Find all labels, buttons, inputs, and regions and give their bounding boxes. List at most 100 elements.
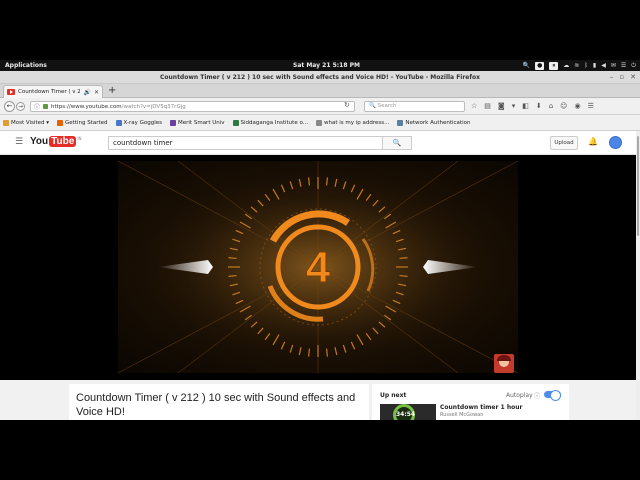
bookmark-star-icon[interactable]: ☆ (471, 101, 477, 112)
maximize-button[interactable]: ▫ (619, 73, 624, 81)
speaker-icon[interactable]: 🔊 (83, 89, 90, 96)
autoplay-label: Autoplay (506, 392, 533, 399)
goggles-icon (115, 119, 122, 126)
info-icon[interactable]: ⓘ (534, 391, 540, 400)
window-titlebar[interactable]: Countdown Timer ( v 212 ) 10 sec with So… (0, 71, 640, 84)
reading-list-icon[interactable]: ▤ (484, 101, 491, 112)
tab-bar: Countdown Timer ( v 2... 🔊 ✕ + (0, 84, 640, 98)
bookmark-merit-smart-univ[interactable]: Merit Smart Univ (170, 119, 225, 126)
forward-button[interactable]: → (16, 102, 25, 111)
wifi-icon[interactable]: ≋ (574, 61, 579, 70)
new-tab-button[interactable]: + (108, 85, 116, 97)
system-top-bar: Applications Sat May 21 5:18 PM 🔍 ● ⏸ ☁ … (0, 60, 640, 71)
tick-mark (228, 256, 237, 260)
url-text[interactable]: https://www.youtube.com/watch?v=jDV5q37r… (51, 104, 186, 110)
tick-mark (325, 177, 329, 186)
logo-you: You (30, 136, 49, 147)
tick-mark (228, 274, 237, 278)
applications-menu[interactable]: Applications (5, 62, 47, 69)
network-icon (397, 119, 404, 126)
back-button[interactable]: ← (4, 101, 15, 112)
power-icon[interactable]: ⏻ (631, 61, 636, 70)
tick-mark (307, 177, 311, 186)
letterbox-bottom (0, 420, 640, 480)
lock-icon (43, 104, 49, 109)
bookmark-most-visited[interactable]: Most Visited ▾ (3, 119, 49, 126)
minimize-button[interactable]: – (610, 73, 614, 81)
reload-icon[interactable]: ↻ (344, 101, 350, 109)
autoplay-toggle[interactable] (544, 390, 561, 401)
tick-mark (399, 256, 408, 260)
system-tray: 🔍 ● ⏸ ☁ ≋ ᛒ ▮ ◀ ✉ ☰ ⏻ (523, 61, 636, 70)
window-controls: – ▫ ✕ (610, 73, 636, 81)
window-title: Countdown Timer ( v 212 ) 10 sec with So… (160, 74, 480, 81)
pause-icon[interactable]: ⏸ (549, 61, 559, 70)
home-icon[interactable]: ⌂ (549, 101, 553, 112)
navigation-toolbar: ← → ⓘ https://www.youtube.com/watch?v=jD… (0, 98, 640, 115)
bookmark-siddaganga[interactable]: Siddaganga Institute o... (232, 119, 308, 126)
youtube-favicon-icon (7, 89, 15, 95)
channel-watermark[interactable] (494, 354, 514, 373)
chat-bubble-icon[interactable]: ☺ (560, 101, 567, 112)
countdown-graphic: 4 (118, 161, 518, 373)
youtube-header: ☰ You Tube IN countdown timer 🔍 Upload 🔔 (0, 131, 636, 155)
up-next-heading: Up next (380, 392, 407, 399)
upload-button[interactable]: Upload (550, 136, 578, 150)
download-icon[interactable]: ⬇ (536, 101, 542, 112)
tick-mark (399, 274, 408, 278)
video-title: Countdown Timer ( v 212 ) 10 sec with So… (76, 392, 356, 418)
firefox-icon (56, 119, 63, 126)
next-video-title[interactable]: Countdown timer 1 hour (440, 404, 522, 411)
tick-mark (325, 348, 329, 357)
pocket-icon[interactable]: ◙ (498, 101, 505, 112)
letterbox-top (0, 0, 640, 60)
search-icon: 🔍 (392, 139, 402, 147)
scrollbar-thumb[interactable] (637, 136, 639, 236)
bookmarks-toolbar: Most Visited ▾ Getting Started X-ray Gog… (0, 115, 640, 131)
logo-region: IN (77, 136, 82, 141)
bookmark-my-ip[interactable]: what is my ip address... (315, 119, 389, 126)
close-window-button[interactable]: ✕ (630, 73, 636, 81)
system-clock[interactable]: Sat May 21 5:18 PM (293, 62, 360, 69)
browser-search-field[interactable]: 🔍 Search (364, 101, 465, 112)
countdown-digit: 4 (306, 243, 331, 292)
extension-icon[interactable]: ▾ (512, 101, 516, 112)
chat-icon[interactable]: ☰ (621, 61, 626, 70)
menu-icon[interactable]: ☰ (588, 101, 594, 112)
tab-label: Countdown Timer ( v 2... (18, 89, 81, 95)
mail-icon[interactable]: ✉ (611, 61, 616, 70)
volume-icon[interactable]: ◀ (601, 61, 606, 70)
sync-icon[interactable]: ◉ (574, 101, 580, 112)
cloud-icon[interactable]: ☁ (563, 61, 569, 70)
bookmark-xray-goggles[interactable]: X-ray Goggles (115, 119, 162, 126)
avatar[interactable] (609, 136, 622, 149)
bell-icon[interactable]: 🔔 (588, 137, 598, 146)
record-icon[interactable]: ● (535, 61, 545, 70)
url-bar[interactable]: ⓘ https://www.youtube.com/watch?v=jDV5q3… (30, 101, 355, 112)
next-video-channel: Russell McGowan (440, 412, 484, 418)
toolbar-icons: ☆ ▤ ◙ ▾ ◧ ⬇ ⌂ ☺ ◉ ☰ (471, 101, 594, 112)
tick-mark (307, 348, 311, 357)
bluetooth-icon[interactable]: ᛒ (584, 61, 588, 70)
youtube-search-input[interactable]: countdown timer (108, 136, 383, 150)
url-domain: https://www.youtube.com (51, 103, 122, 110)
logo-tube: Tube (49, 136, 77, 147)
youtube-search-button[interactable]: 🔍 (382, 136, 412, 150)
bookmark-network-auth[interactable]: Network Authentication (397, 119, 470, 126)
close-tab-icon[interactable]: ✕ (94, 89, 99, 96)
info-icon[interactable]: ⓘ (34, 102, 40, 111)
merit-icon (170, 119, 177, 126)
tab-youtube[interactable]: Countdown Timer ( v 2... 🔊 ✕ (3, 85, 103, 98)
search-icon[interactable]: 🔍 (523, 61, 530, 70)
url-path: /watch?v=jDV5q37rGjg (121, 103, 186, 110)
video-frame[interactable]: 4 (118, 161, 518, 373)
search-placeholder: Search (377, 103, 397, 109)
web-icon (315, 119, 322, 126)
bookmark-getting-started[interactable]: Getting Started (56, 119, 108, 126)
guide-menu-icon[interactable]: ☰ (15, 138, 23, 147)
shield-icon[interactable]: ◧ (522, 101, 529, 112)
battery-icon[interactable]: ▮ (593, 61, 596, 70)
gear-icon (3, 119, 9, 126)
institute-icon (232, 119, 239, 126)
youtube-logo[interactable]: You Tube IN (30, 136, 81, 147)
